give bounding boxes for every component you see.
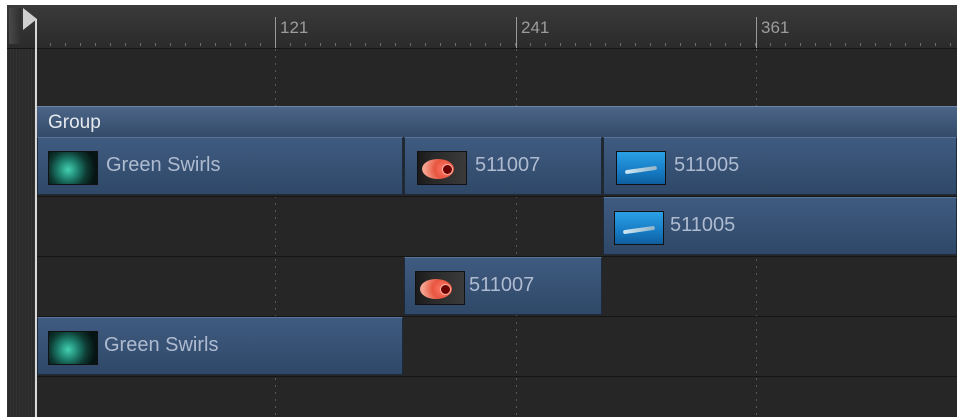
ocean-thumbnail-icon bbox=[614, 211, 664, 245]
ocean-thumbnail-icon bbox=[616, 151, 666, 185]
group-track-bar[interactable]: Group bbox=[37, 106, 957, 137]
clip-label: 511005 bbox=[674, 154, 740, 176]
clip-green-swirls[interactable]: Green Swirls bbox=[37, 137, 403, 195]
clip-511007[interactable]: 511007 bbox=[404, 257, 602, 315]
fish-thumbnail-icon bbox=[417, 151, 467, 185]
fish-thumbnail-icon bbox=[415, 271, 465, 305]
clip-511007[interactable]: 511007 bbox=[404, 137, 602, 195]
green-swirls-thumbnail-icon bbox=[48, 331, 98, 365]
ruler-major-tick bbox=[275, 17, 276, 48]
clip-label: 511007 bbox=[475, 154, 541, 176]
ruler-tick-label: 121 bbox=[280, 18, 309, 37]
clip-511005[interactable]: 511005 bbox=[603, 197, 957, 255]
ruler-major-tick bbox=[756, 17, 757, 48]
clip-green-swirls[interactable]: Green Swirls bbox=[37, 317, 403, 375]
ruler-tick-label: 361 bbox=[761, 18, 790, 37]
track-separator bbox=[35, 376, 957, 377]
timeline-window: 121 241 361 Group Green Swirls 511007 51… bbox=[7, 5, 957, 417]
playhead-grip[interactable] bbox=[9, 8, 21, 44]
playhead-line[interactable] bbox=[35, 19, 37, 417]
clip-label: Green Swirls bbox=[104, 334, 219, 356]
group-label: Group bbox=[48, 112, 101, 133]
clip-label: Green Swirls bbox=[106, 154, 221, 176]
clip-label: 511007 bbox=[469, 274, 535, 296]
ruler-major-tick bbox=[516, 17, 517, 48]
green-swirls-thumbnail-icon bbox=[48, 151, 98, 185]
track-header-strip bbox=[7, 49, 35, 417]
clip-511005[interactable]: 511005 bbox=[603, 137, 957, 195]
ruler-tick-label: 241 bbox=[521, 18, 550, 37]
timeline-ruler[interactable]: 121 241 361 bbox=[7, 5, 957, 49]
clip-label: 511005 bbox=[670, 214, 736, 236]
grid-line bbox=[516, 49, 517, 417]
ruler-minor-ticks bbox=[35, 43, 957, 46]
